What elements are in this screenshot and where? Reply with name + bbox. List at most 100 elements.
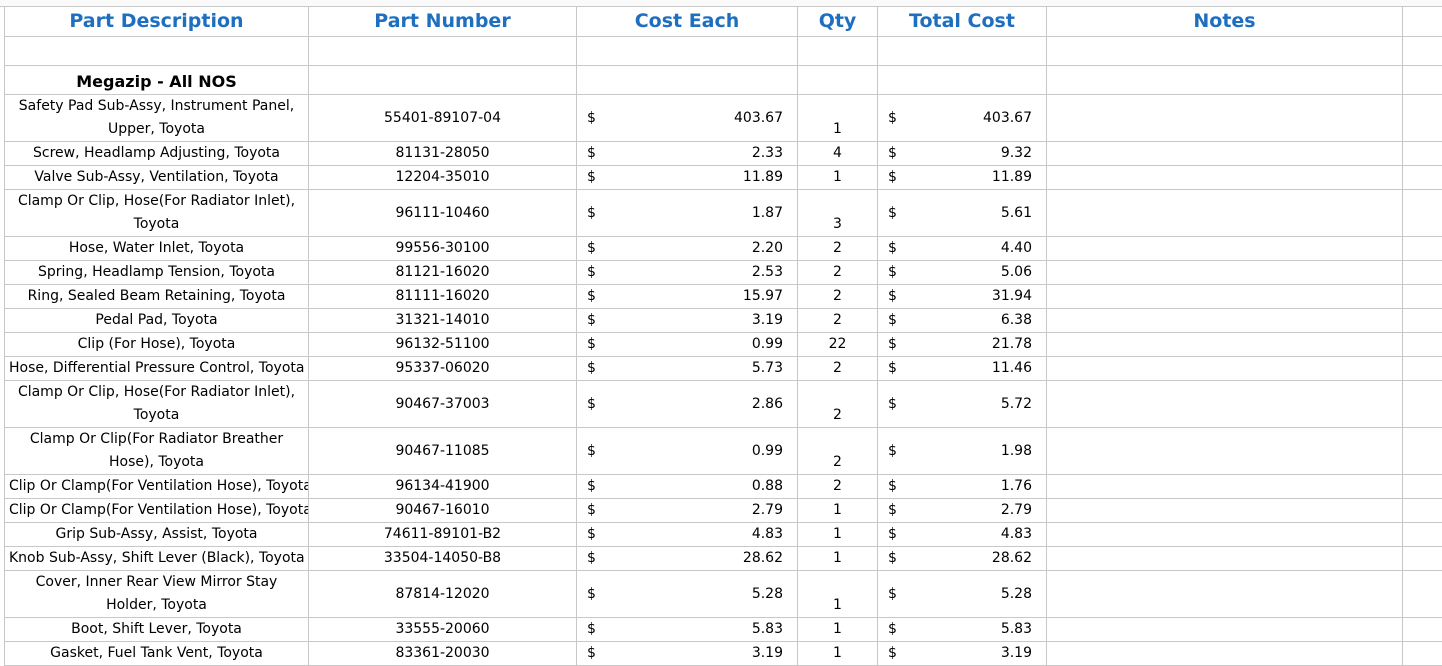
notes-cell[interactable] — [1047, 523, 1403, 547]
header-qty[interactable]: Qty — [798, 6, 878, 37]
cell[interactable] — [1403, 571, 1442, 618]
part-description-cell[interactable]: Hose, Differential Pressure Control, Toy… — [5, 357, 309, 381]
total-cost-cell[interactable]: $31.94 — [878, 285, 1047, 309]
notes-cell[interactable] — [1047, 547, 1403, 571]
cell[interactable] — [1403, 6, 1442, 37]
cell[interactable] — [1403, 547, 1442, 571]
cell[interactable] — [577, 66, 798, 95]
part-description-cell[interactable]: Hose, Water Inlet, Toyota — [5, 237, 309, 261]
cost-each-cell[interactable]: $5.83 — [577, 618, 798, 642]
cost-each-cell[interactable]: $2.33 — [577, 142, 798, 166]
cell[interactable] — [1403, 261, 1442, 285]
notes-cell[interactable] — [1047, 309, 1403, 333]
cost-each-cell[interactable]: $2.86 — [577, 381, 798, 428]
notes-cell[interactable] — [1047, 428, 1403, 475]
total-cost-cell[interactable]: $2.79 — [878, 499, 1047, 523]
notes-cell[interactable] — [1047, 357, 1403, 381]
part-description-cell[interactable]: Grip Sub-Assy, Assist, Toyota — [5, 523, 309, 547]
part-number-cell[interactable]: 81131-28050 — [309, 142, 577, 166]
cell[interactable] — [1403, 190, 1442, 237]
cost-each-cell[interactable]: $15.97 — [577, 285, 798, 309]
notes-cell[interactable] — [1047, 142, 1403, 166]
part-description-cell[interactable]: Screw, Headlamp Adjusting, Toyota — [5, 142, 309, 166]
cell[interactable] — [577, 37, 798, 66]
cell[interactable] — [1403, 499, 1442, 523]
section-title[interactable]: Megazip - All NOS — [5, 66, 309, 95]
total-cost-cell[interactable]: $11.89 — [878, 166, 1047, 190]
cost-each-cell[interactable]: $28.62 — [577, 547, 798, 571]
cell[interactable] — [1403, 475, 1442, 499]
qty-cell[interactable]: 1 — [798, 95, 878, 142]
cell[interactable] — [1403, 37, 1442, 66]
total-cost-cell[interactable]: $5.61 — [878, 190, 1047, 237]
header-total-cost[interactable]: Total Cost — [878, 6, 1047, 37]
cost-each-cell[interactable]: $0.99 — [577, 333, 798, 357]
qty-cell[interactable]: 22 — [798, 333, 878, 357]
cost-each-cell[interactable]: $2.79 — [577, 499, 798, 523]
part-description-cell[interactable]: Safety Pad Sub-Assy, Instrument Panel, U… — [5, 95, 309, 142]
cell[interactable] — [878, 66, 1047, 95]
cost-each-cell[interactable]: $5.73 — [577, 357, 798, 381]
qty-cell[interactable]: 2 — [798, 381, 878, 428]
cell[interactable] — [5, 37, 309, 66]
part-number-cell[interactable]: 96111-10460 — [309, 190, 577, 237]
cell[interactable] — [1403, 381, 1442, 428]
part-description-cell[interactable]: Pedal Pad, Toyota — [5, 309, 309, 333]
part-number-cell[interactable]: 33555-20060 — [309, 618, 577, 642]
part-description-cell[interactable]: Clamp Or Clip(For Radiator Breather Hose… — [5, 428, 309, 475]
part-number-cell[interactable]: 99556-30100 — [309, 237, 577, 261]
total-cost-cell[interactable]: $403.67 — [878, 95, 1047, 142]
qty-cell[interactable]: 1 — [798, 547, 878, 571]
total-cost-cell[interactable]: $1.98 — [878, 428, 1047, 475]
notes-cell[interactable] — [1047, 571, 1403, 618]
cell[interactable] — [1403, 618, 1442, 642]
cell[interactable] — [1047, 66, 1403, 95]
cell[interactable] — [798, 66, 878, 95]
qty-cell[interactable]: 2 — [798, 428, 878, 475]
qty-cell[interactable]: 3 — [798, 190, 878, 237]
total-cost-cell[interactable]: $5.72 — [878, 381, 1047, 428]
header-part-number[interactable]: Part Number — [309, 6, 577, 37]
part-description-cell[interactable]: Cover, Inner Rear View Mirror Stay Holde… — [5, 571, 309, 618]
part-description-cell[interactable]: Boot, Shift Lever, Toyota — [5, 618, 309, 642]
notes-cell[interactable] — [1047, 237, 1403, 261]
part-description-cell[interactable]: Clip (For Hose), Toyota — [5, 333, 309, 357]
header-part-description[interactable]: Part Description — [5, 6, 309, 37]
part-number-cell[interactable]: 55401-89107-04 — [309, 95, 577, 142]
qty-cell[interactable]: 2 — [798, 357, 878, 381]
cell[interactable] — [1403, 95, 1442, 142]
qty-cell[interactable]: 2 — [798, 237, 878, 261]
part-number-cell[interactable]: 95337-06020 — [309, 357, 577, 381]
notes-cell[interactable] — [1047, 618, 1403, 642]
qty-cell[interactable]: 1 — [798, 618, 878, 642]
part-number-cell[interactable]: 81111-16020 — [309, 285, 577, 309]
cell[interactable] — [1403, 66, 1442, 95]
cell[interactable] — [309, 66, 577, 95]
cost-each-cell[interactable]: $2.53 — [577, 261, 798, 285]
part-number-cell[interactable]: 96132-51100 — [309, 333, 577, 357]
part-description-cell[interactable]: Clamp Or Clip, Hose(For Radiator Inlet),… — [5, 381, 309, 428]
cell[interactable] — [1403, 166, 1442, 190]
part-number-cell[interactable]: 96134-41900 — [309, 475, 577, 499]
qty-cell[interactable]: 2 — [798, 261, 878, 285]
notes-cell[interactable] — [1047, 475, 1403, 499]
header-cost-each[interactable]: Cost Each — [577, 6, 798, 37]
total-cost-cell[interactable]: $1.76 — [878, 475, 1047, 499]
part-description-cell[interactable]: Clamp Or Clip, Hose(For Radiator Inlet),… — [5, 190, 309, 237]
notes-cell[interactable] — [1047, 166, 1403, 190]
cell[interactable] — [309, 37, 577, 66]
qty-cell[interactable]: 2 — [798, 475, 878, 499]
part-description-cell[interactable]: Valve Sub-Assy, Ventilation, Toyota — [5, 166, 309, 190]
cost-each-cell[interactable]: $0.88 — [577, 475, 798, 499]
total-cost-cell[interactable]: $4.83 — [878, 523, 1047, 547]
notes-cell[interactable] — [1047, 499, 1403, 523]
cost-each-cell[interactable]: $11.89 — [577, 166, 798, 190]
part-description-cell[interactable]: Clip Or Clamp(For Ventilation Hose), Toy… — [5, 475, 309, 499]
cost-each-cell[interactable]: $1.87 — [577, 190, 798, 237]
cost-each-cell[interactable]: $2.20 — [577, 237, 798, 261]
part-number-cell[interactable]: 90467-37003 — [309, 381, 577, 428]
notes-cell[interactable] — [1047, 381, 1403, 428]
qty-cell[interactable]: 2 — [798, 285, 878, 309]
total-cost-cell[interactable]: $9.32 — [878, 142, 1047, 166]
cost-each-cell[interactable]: $3.19 — [577, 309, 798, 333]
